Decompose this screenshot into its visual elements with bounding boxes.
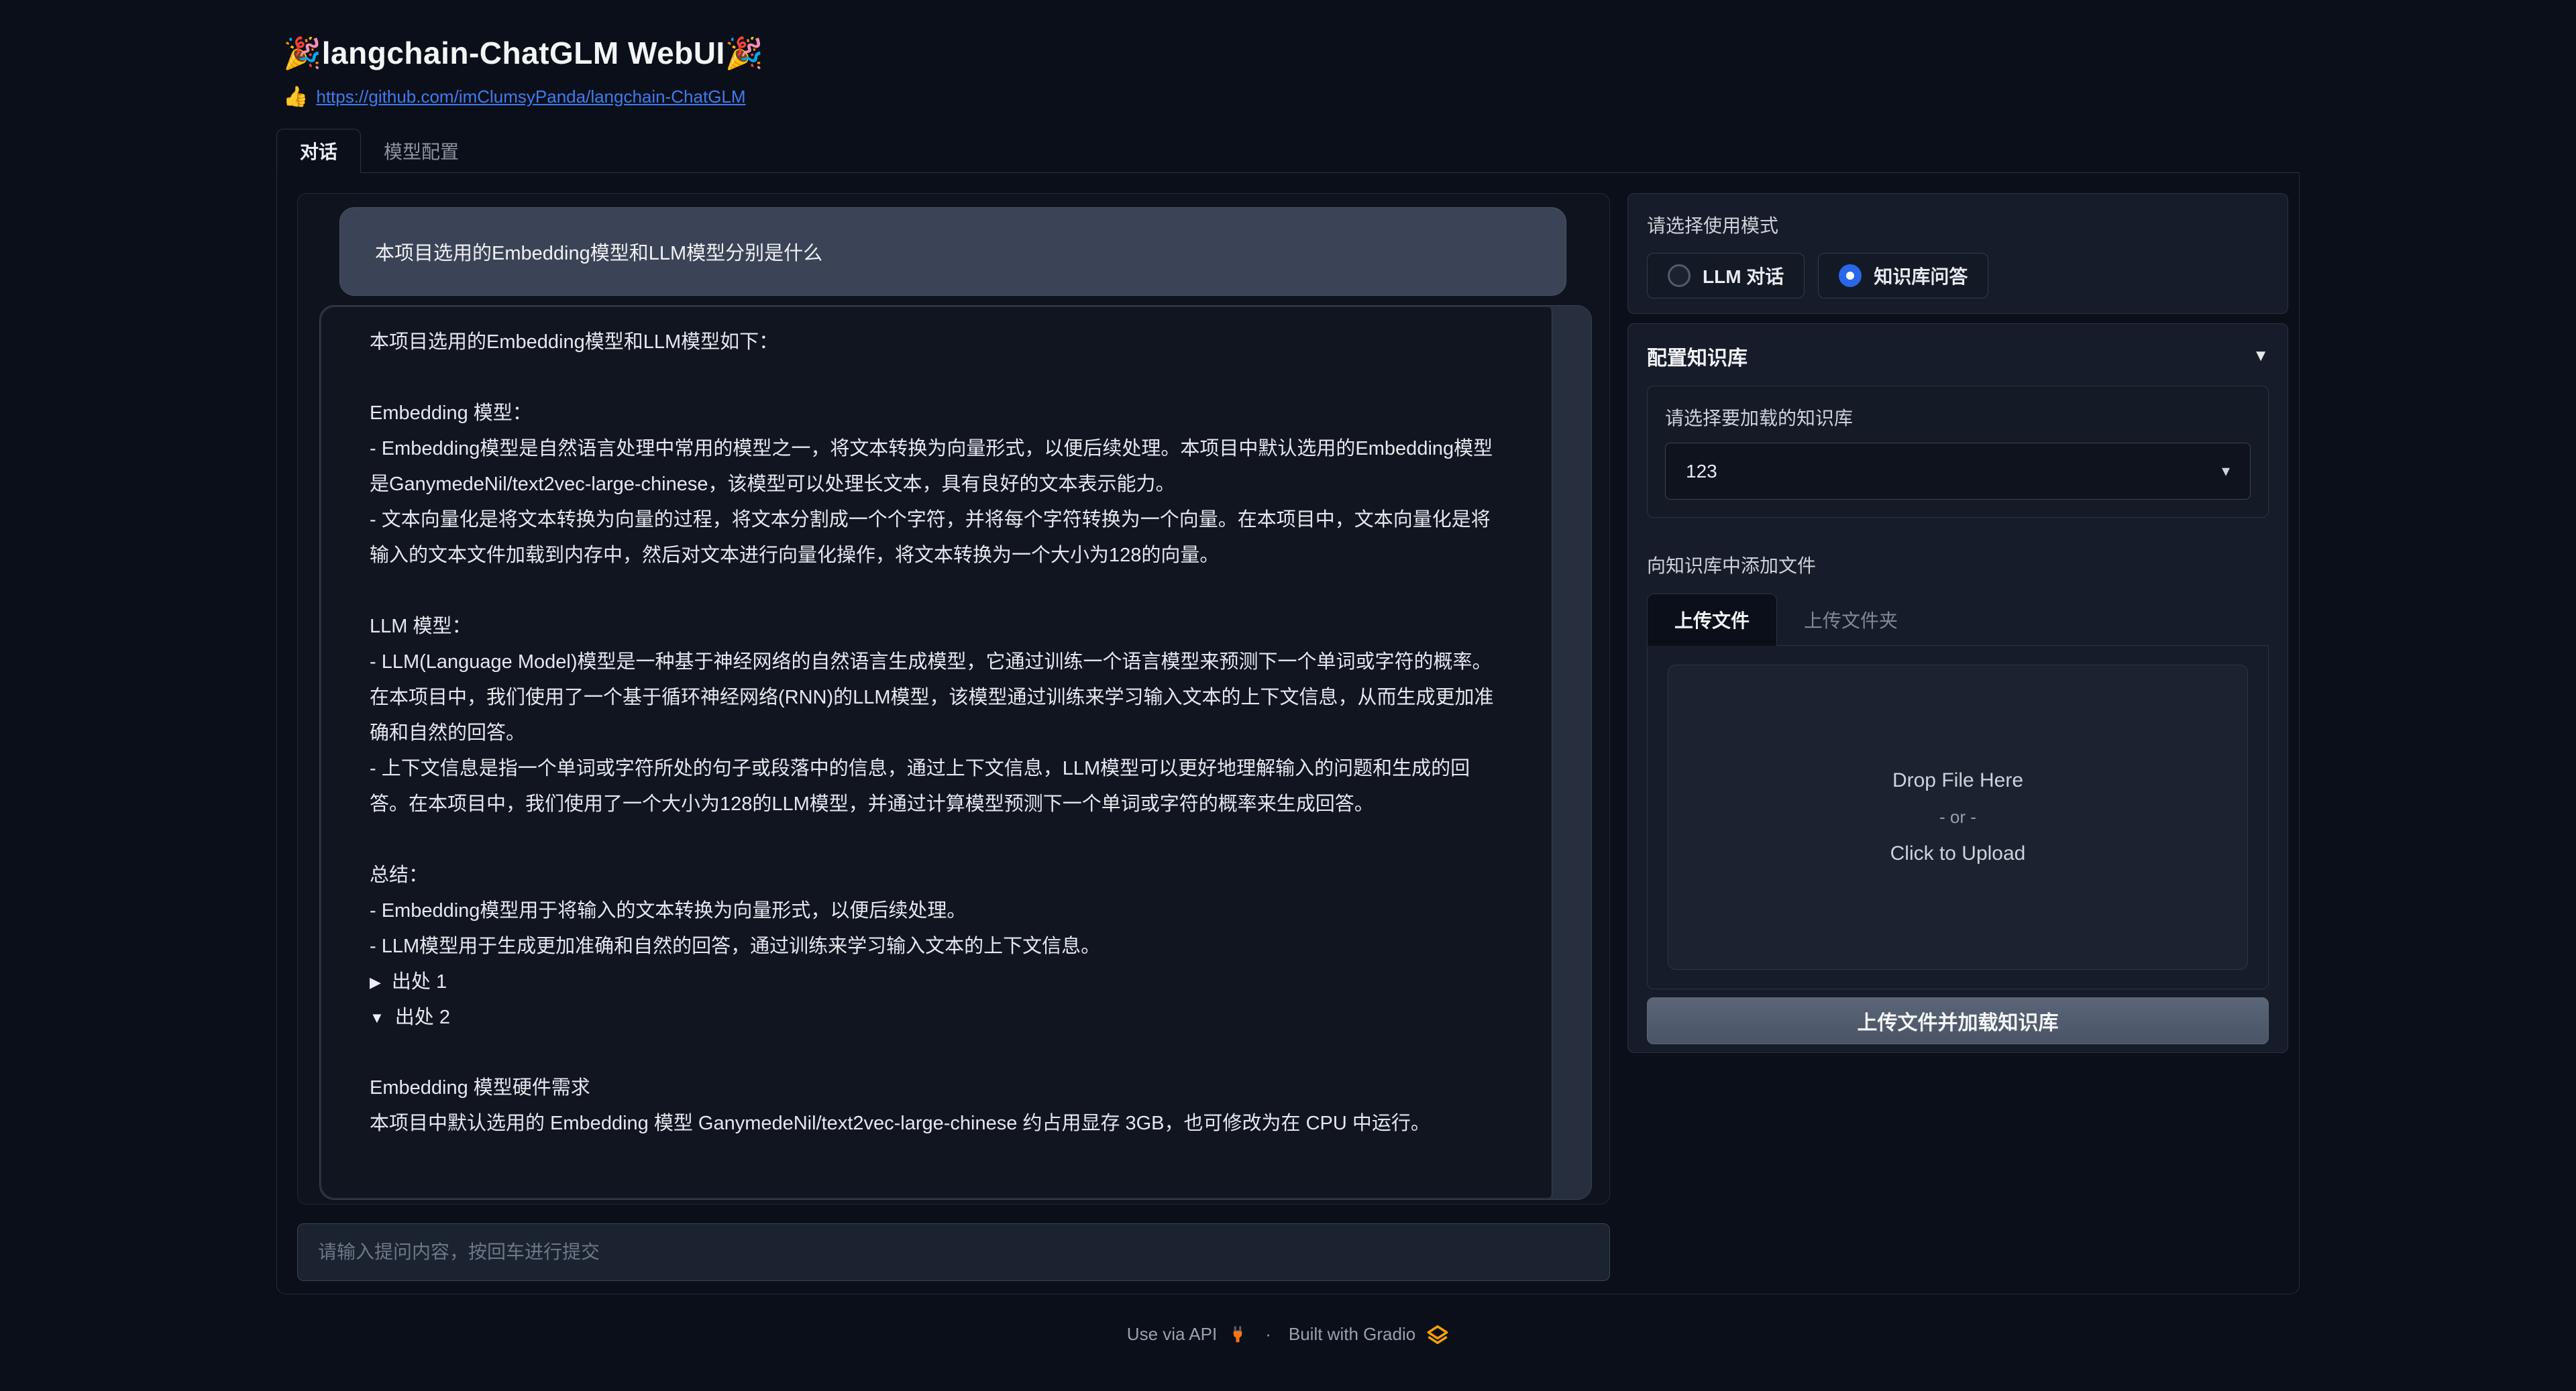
mode-radio-group: LLM 对话 知识库问答: [1647, 253, 2269, 298]
thumbs-up-icon: 👍: [283, 85, 308, 109]
kb-config-title: 配置知识库: [1647, 341, 1748, 371]
add-file-label: 向知识库中添加文件: [1647, 551, 2269, 578]
tab-model-config[interactable]: 模型配置: [361, 129, 482, 172]
kb-config-accordion-header[interactable]: 配置知识库 ▼: [1647, 341, 2269, 371]
gradio-logo-icon: [1426, 1325, 1449, 1345]
kb-dropdown-value: 123: [1686, 461, 1717, 482]
upload-tab-panel: Drop File Here - or - Click to Upload: [1647, 646, 2269, 989]
bot-paragraph: 总结：: [370, 858, 1506, 893]
built-with-gradio-link[interactable]: Built with Gradio: [1289, 1324, 1415, 1345]
triangle-down-icon: ▼: [370, 1000, 384, 1036]
source-content-line: 本项目中默认选用的 Embedding 模型 GanymedeNil/text2…: [370, 1106, 1506, 1142]
tab-upload-file[interactable]: 上传文件: [1647, 594, 1777, 646]
click-to-upload-text: Click to Upload: [1890, 842, 2026, 865]
source-label: 出处 2: [395, 1000, 450, 1036]
bot-paragraph: [370, 822, 1506, 858]
dropdown-caret-icon: ▾: [2222, 461, 2230, 481]
bot-paragraph: Embedding 模型：: [370, 396, 1506, 431]
radio-llm-chat[interactable]: LLM 对话: [1647, 253, 1805, 298]
bot-paragraph: - Embedding模型是自然语言处理中常用的模型之一，将文本转换为向量形式，…: [370, 431, 1506, 502]
file-drop-zone[interactable]: Drop File Here - or - Click to Upload: [1668, 665, 2248, 970]
bot-paragraph: - LLM模型用于生成更加准确和自然的回答，通过训练来学习输入文本的上下文信息。: [370, 929, 1506, 964]
source-toggle-2[interactable]: ▼ 出处 2: [370, 1000, 1506, 1036]
bot-paragraph: [370, 360, 1506, 396]
bot-paragraph: [370, 573, 1506, 609]
bot-message-text: 本项目选用的Embedding模型和LLM模型如下：Embedding 模型：-…: [321, 307, 1552, 1198]
repo-link[interactable]: https://github.com/imClumsyPanda/langcha…: [316, 87, 745, 107]
bot-paragraph: LLM 模型：: [370, 609, 1506, 645]
footer: Use via API · Built with Gradio: [276, 1324, 2300, 1345]
repo-link-row: 👍 https://github.com/imClumsyPanda/langc…: [283, 85, 2300, 109]
triangle-right-icon: ▶: [370, 964, 381, 1000]
radio-selected-icon: [1839, 264, 1862, 287]
tab-upload-folder[interactable]: 上传文件夹: [1777, 594, 1925, 645]
question-input[interactable]: [297, 1223, 1610, 1281]
chat-tab-content: 本项目选用的Embedding模型和LLM模型分别是什么 本项目选用的Embed…: [276, 173, 2300, 1294]
bot-paragraph: - 上下文信息是指一个单词或字符所处的句子或段落中的信息，通过上下文信息，LLM…: [370, 751, 1506, 822]
kb-select-box: 请选择要加载的知识库 123 ▾: [1647, 386, 2269, 518]
kb-dropdown[interactable]: 123 ▾: [1665, 443, 2251, 500]
chat-column: 本项目选用的Embedding模型和LLM模型分别是什么 本项目选用的Embed…: [297, 193, 1610, 1283]
source-2-content: Embedding 模型硬件需求本项目中默认选用的 Embedding 模型 G…: [370, 1070, 1506, 1142]
radio-unselected-icon: [1668, 264, 1690, 287]
kb-select-label: 请选择要加载的知识库: [1665, 404, 2251, 431]
source-toggle-1[interactable]: ▶ 出处 1: [370, 964, 1506, 1000]
mode-panel: 请选择使用模式 LLM 对话 知识库问答: [1627, 193, 2288, 314]
use-via-api-link[interactable]: Use via API: [1127, 1324, 1217, 1345]
page-title: 🎉langchain-ChatGLM WebUI🎉: [283, 35, 2300, 72]
upload-tab-nav: 上传文件 上传文件夹: [1647, 593, 2269, 646]
tab-chat[interactable]: 对话: [276, 129, 361, 173]
chatbot-area: 本项目选用的Embedding模型和LLM模型分别是什么 本项目选用的Embed…: [297, 193, 1610, 1205]
app-page: 🎉langchain-ChatGLM WebUI🎉 👍 https://gith…: [0, 0, 2576, 1391]
footer-separator: ·: [1265, 1324, 1271, 1345]
sidebar-column: 请选择使用模式 LLM 对话 知识库问答 配置知识库 ▼: [1627, 193, 2288, 1283]
radio-kb-qa[interactable]: 知识库问答: [1818, 253, 1988, 298]
plug-icon: [1228, 1325, 1248, 1345]
bot-paragraph: - 文本向量化是将文本转换为向量的过程，将文本分割成一个个字符，并将每个字符转换…: [370, 502, 1506, 573]
main-tab-nav: 对话 模型配置: [276, 131, 2300, 173]
radio-kb-qa-label: 知识库问答: [1874, 262, 1968, 289]
bot-paragraph: 本项目选用的Embedding模型和LLM模型如下：: [370, 325, 1506, 360]
kb-config-accordion: 配置知识库 ▼ 请选择要加载的知识库 123 ▾ 向知识库中添加文件 上传文件 …: [1627, 323, 2288, 1053]
bot-paragraph: - Embedding模型用于将输入的文本转换为向量形式，以便后续处理。: [370, 893, 1506, 929]
drop-file-here-text: Drop File Here: [1892, 769, 2023, 792]
upload-and-load-kb-button[interactable]: 上传文件并加载知识库: [1647, 997, 2269, 1044]
user-message: 本项目选用的Embedding模型和LLM模型分别是什么: [339, 207, 1566, 296]
or-text: - or -: [1939, 807, 1976, 828]
bot-message: 本项目选用的Embedding模型和LLM模型如下：Embedding 模型：-…: [319, 305, 1592, 1200]
chevron-down-icon: ▼: [2253, 347, 2269, 366]
source-content-line: Embedding 模型硬件需求: [370, 1070, 1506, 1106]
bot-paragraph: - LLM(Language Model)模型是一种基于神经网络的自然语言生成模…: [370, 645, 1506, 751]
mode-label: 请选择使用模式: [1647, 211, 2269, 238]
source-label: 出处 1: [392, 964, 447, 1000]
radio-llm-chat-label: LLM 对话: [1703, 262, 1784, 289]
